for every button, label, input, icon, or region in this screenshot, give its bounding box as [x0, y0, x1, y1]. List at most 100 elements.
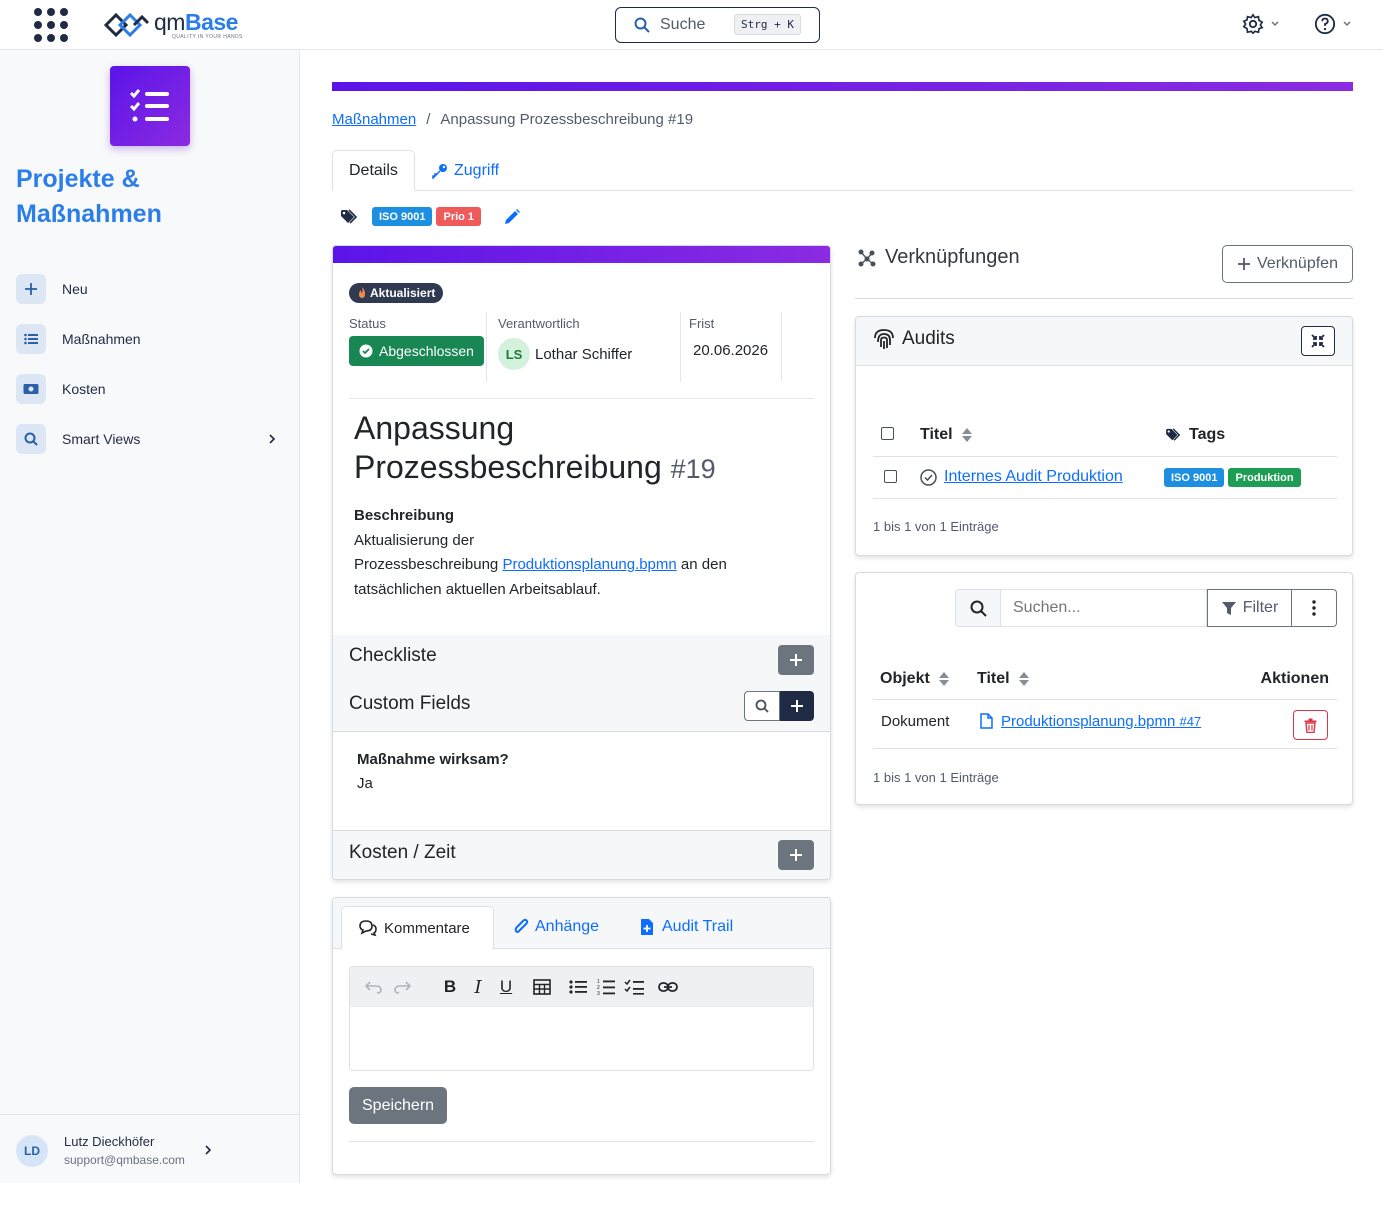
delete-link-button[interactable]: [1293, 710, 1328, 740]
italic-icon[interactable]: I: [464, 973, 492, 1001]
money-icon-wrap: [16, 374, 46, 404]
chevron-right-icon: [205, 1145, 212, 1155]
tab-comments[interactable]: Kommentare: [341, 906, 494, 950]
column-header-actions: Aktionen: [1260, 670, 1329, 687]
status-button[interactable]: Abgeschlossen: [349, 336, 484, 366]
help-menu[interactable]: [1314, 13, 1352, 35]
save-comment-button[interactable]: Speichern: [349, 1087, 448, 1124]
divider: [855, 298, 1353, 299]
checklist-icon: [129, 89, 169, 122]
bullet-list-icon[interactable]: [564, 973, 592, 1001]
search-icon: [634, 17, 650, 33]
divider: [349, 398, 814, 399]
custom-field-item: Maßnahme wirksam? Ja: [357, 751, 509, 792]
search-shortcut: Strg + K: [734, 14, 801, 35]
column-header-title[interactable]: Titel: [977, 670, 1030, 688]
add-cost-button[interactable]: [778, 840, 814, 870]
audit-link[interactable]: Internes Audit Produktion: [944, 468, 1123, 486]
add-link-button[interactable]: Verknüpfen: [1222, 245, 1353, 283]
help-icon: [1314, 13, 1336, 35]
column-header-tags: Tags: [1165, 426, 1225, 444]
tab-audit-trail[interactable]: Audit Trail: [640, 918, 733, 936]
tab-details[interactable]: Details: [332, 150, 415, 191]
audits-footer: 1 bis 1 von 1 Einträge: [873, 519, 999, 534]
comments-card: Kommentare Anhänge Audit Trail B I U 123…: [332, 897, 831, 1175]
comment-editor: B I U 123: [349, 966, 814, 1071]
redo-icon[interactable]: [388, 973, 416, 1001]
document-link[interactable]: Produktionsplanung.bpmn #47: [1001, 713, 1201, 730]
sidebar-item-smart-views[interactable]: Smart Views: [16, 424, 286, 454]
expand-audits-button[interactable]: [1301, 326, 1335, 356]
svg-text:3: 3: [597, 991, 600, 996]
row-checkbox[interactable]: [884, 470, 897, 483]
tab-access[interactable]: Zugriff: [416, 150, 515, 191]
plus-icon: [791, 700, 803, 712]
table-icon[interactable]: [528, 973, 556, 1001]
tab-attachments[interactable]: Anhänge: [513, 918, 599, 936]
filter-button[interactable]: Filter: [1207, 589, 1292, 627]
checklist-section: Checkliste Custom Fields: [333, 635, 830, 732]
divider: [680, 312, 681, 382]
link-icon[interactable]: [654, 973, 682, 1001]
chevron-right-icon: [269, 434, 276, 444]
title-line-2: Prozessbeschreibung: [354, 449, 662, 485]
owner-label: Verantwortlich: [498, 316, 580, 331]
numbered-list-icon[interactable]: 123: [592, 973, 620, 1001]
audits-header: Audits: [856, 317, 1352, 366]
measure-card: Aktualisiert Status Abgeschlossen Verant…: [332, 245, 831, 880]
measure-number: #19: [670, 454, 716, 484]
updated-badge: Aktualisiert: [349, 283, 444, 303]
sidebar-item-costs[interactable]: Kosten: [16, 374, 286, 404]
filter-label: Filter: [1242, 599, 1279, 616]
deadline-value[interactable]: 20.06.2026: [693, 342, 768, 359]
owner-name[interactable]: Lothar Schiffer: [535, 346, 632, 363]
list-icon-wrap: [16, 324, 46, 354]
global-search-button[interactable]: Suche Strg + K: [615, 7, 820, 43]
file-plus-icon: [641, 919, 653, 935]
sidebar-item-new[interactable]: Neu: [16, 274, 286, 304]
objects-card: Filter Objekt Titel Aktionen Dokument Pr…: [855, 572, 1353, 805]
breadcrumb-root-link[interactable]: Maßnahmen: [332, 111, 416, 128]
settings-menu[interactable]: [1242, 13, 1280, 35]
fire-icon: [359, 287, 365, 298]
description-text: Prozessbeschreibung: [354, 556, 499, 573]
description-document-link[interactable]: Produktionsplanung.bpmn: [502, 556, 676, 573]
description-line-1: Aktualisierung der: [354, 531, 475, 549]
app-grid-icon[interactable]: [34, 8, 68, 42]
add-checklist-button[interactable]: [778, 645, 814, 675]
tab-label: Anhänge: [535, 918, 600, 935]
column-header-title[interactable]: Titel: [920, 426, 973, 444]
description-line-4: tatsächlichen aktuellen Arbeitsablauf.: [354, 580, 601, 598]
costs-section: Kosten / Zeit: [333, 830, 830, 879]
underline-icon[interactable]: U: [492, 973, 520, 1001]
undo-icon[interactable]: [360, 973, 388, 1001]
pencil-icon[interactable]: [503, 208, 521, 226]
qmbase-logo[interactable]: qmBase QUALITY IN YOUR HANDS: [102, 8, 243, 42]
sort-icon: [961, 428, 972, 442]
tags-icon: [341, 208, 358, 224]
user-menu[interactable]: LD Lutz Dieckhöfer support@qmbase.com: [0, 1114, 299, 1183]
sidebar-item-label: Maßnahmen: [62, 331, 141, 347]
logo-brand-b: Base: [184, 8, 238, 35]
more-options-button[interactable]: [1292, 589, 1337, 627]
comment-textarea[interactable]: [350, 1007, 813, 1070]
custom-field-question: Maßnahme wirksam?: [357, 751, 509, 768]
select-all-checkbox[interactable]: [881, 427, 894, 440]
page-title: Anpassung Prozessbeschreibung #19: [354, 409, 716, 489]
qmbase-logo-mark-icon: [103, 12, 150, 38]
column-title-label: Titel: [977, 670, 1010, 687]
bold-icon[interactable]: B: [436, 973, 464, 1001]
add-custom-field-button[interactable]: [780, 691, 814, 721]
paperclip-icon: [514, 918, 529, 933]
objects-table-header: Objekt Titel Aktionen: [873, 657, 1337, 700]
more-vertical-icon: [1312, 600, 1316, 616]
objects-search-input[interactable]: [1001, 589, 1207, 627]
row-object-type: Dokument: [881, 713, 950, 730]
checklist-icon[interactable]: [620, 973, 648, 1001]
column-header-object[interactable]: Objekt: [880, 670, 950, 688]
chevron-down-icon: [1271, 21, 1279, 27]
divider: [349, 1141, 814, 1142]
search-custom-fields-button[interactable]: [744, 691, 780, 721]
sidebar-item-measures[interactable]: Maßnahmen: [16, 324, 286, 354]
column-object-label: Objekt: [880, 670, 930, 687]
